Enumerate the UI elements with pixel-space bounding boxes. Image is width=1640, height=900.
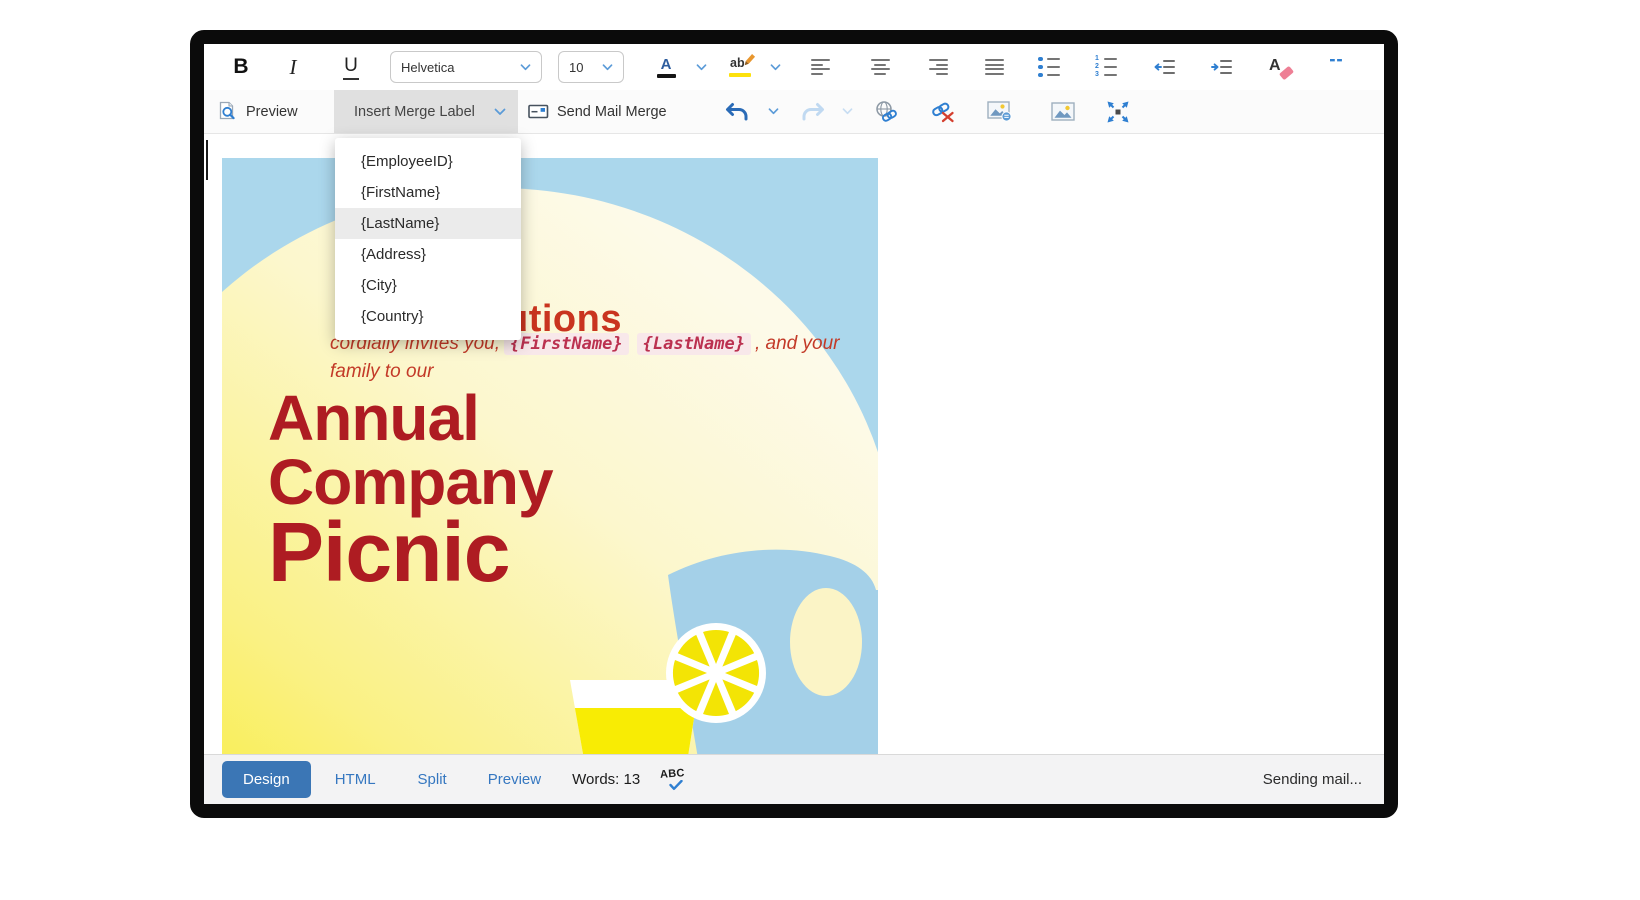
bold-button[interactable]: B [226, 50, 256, 84]
redo-icon [800, 102, 826, 122]
status-bar: Design HTML Split Preview Words: 13 ABC … [204, 754, 1384, 804]
chevron-down-icon [494, 108, 506, 116]
chevron-down-icon [520, 64, 531, 71]
font-size-select[interactable]: 10 [558, 51, 624, 83]
chevron-down-icon [842, 108, 853, 115]
maximize-button[interactable] [1104, 90, 1132, 133]
preview-button[interactable]: Preview [218, 90, 298, 133]
undo-dropdown-button[interactable] [764, 90, 782, 133]
redo-button-disabled[interactable] [799, 90, 827, 133]
pencil-icon [742, 53, 757, 68]
font-color-icon: A [657, 57, 676, 78]
tab-html[interactable]: HTML [335, 771, 376, 788]
mail-merge-toolbar: Preview Insert Merge Label Send Mail Mer… [204, 90, 1384, 134]
formatting-toolbar: B I U Helvetica 10 A ab [204, 44, 1384, 90]
blockquote-icon: “ [1328, 59, 1345, 75]
chevron-down-icon [602, 64, 613, 71]
tab-split[interactable]: Split [418, 771, 447, 788]
rich-text-editor-window: B I U Helvetica 10 A ab [190, 30, 1398, 818]
font-color-button[interactable]: A [650, 50, 682, 84]
word-count: Words: 13 [572, 771, 640, 788]
maximize-icon [1106, 100, 1130, 124]
redo-dropdown-button-disabled[interactable] [838, 90, 856, 133]
indent-button[interactable] [1207, 50, 1237, 84]
insert-image-database-button[interactable] [985, 90, 1013, 133]
merge-item-employeeid[interactable]: {EmployeeID} [335, 146, 521, 177]
font-size-value: 10 [569, 60, 583, 75]
spellcheck-check-icon [669, 780, 683, 791]
picnic-invitation-image[interactable]: utions cordially invites you,{FirstName}… [222, 150, 878, 782]
merge-item-firstname[interactable]: {FirstName} [335, 177, 521, 208]
merge-label-dropdown: {EmployeeID} {FirstName} {LastName} {Add… [335, 138, 521, 340]
preview-label: Preview [246, 104, 298, 120]
highlight-dropdown-button[interactable] [766, 50, 784, 84]
merge-item-address[interactable]: {Address} [335, 239, 521, 270]
blockquote-button[interactable]: “ [1321, 50, 1351, 84]
merge-field-lastname: {LastName} [637, 333, 751, 355]
unordered-list-button[interactable] [1034, 50, 1064, 84]
align-justify-icon [985, 59, 1004, 75]
align-center-icon [871, 59, 890, 75]
tab-design[interactable]: Design [222, 761, 311, 798]
preview-document-icon [218, 101, 238, 122]
title-picnic: Picnic [268, 510, 509, 594]
align-right-icon [929, 59, 948, 75]
highlight-color-button[interactable]: ab [725, 50, 759, 84]
underline-button[interactable]: U [336, 50, 366, 84]
title-annual: Annual [268, 386, 479, 450]
italic-button[interactable]: I [278, 50, 308, 84]
insert-merge-label-text: Insert Merge Label [354, 104, 475, 120]
image-icon [1051, 102, 1075, 121]
align-left-icon [811, 59, 830, 75]
font-color-dropdown-button[interactable] [692, 50, 710, 84]
bullet-list-icon [1038, 57, 1060, 77]
indent-icon [1211, 59, 1233, 75]
invite-line2: family to our [330, 361, 433, 382]
invite-text-after: , and your [755, 333, 840, 354]
align-left-button[interactable] [805, 50, 835, 84]
insert-merge-label-button[interactable]: Insert Merge Label [334, 90, 518, 133]
outdent-button[interactable] [1150, 50, 1180, 84]
merge-item-lastname[interactable]: {LastName} [335, 208, 521, 239]
text-caret [206, 140, 208, 180]
image-database-icon [987, 101, 1012, 122]
align-justify-button[interactable] [979, 50, 1009, 84]
chevron-down-icon [696, 64, 707, 71]
tab-preview[interactable]: Preview [488, 771, 541, 788]
remove-link-button[interactable] [929, 90, 957, 133]
insert-image-button[interactable] [1049, 90, 1077, 133]
align-right-button[interactable] [923, 50, 953, 84]
status-message: Sending mail... [1263, 771, 1362, 788]
outdent-icon [1154, 59, 1176, 75]
globe-link-icon [873, 100, 899, 123]
send-mail-merge-label: Send Mail Merge [557, 104, 667, 120]
merge-field-firstname: {FirstName} [504, 333, 629, 355]
undo-icon [724, 102, 750, 122]
highlight-icon: ab [729, 55, 755, 79]
merge-item-city[interactable]: {City} [335, 270, 521, 301]
spellcheck-button[interactable]: ABC [660, 767, 690, 793]
numbered-list-icon: 1 2 3 [1095, 57, 1117, 77]
ordered-list-button[interactable]: 1 2 3 [1091, 50, 1121, 84]
envelope-icon [528, 103, 549, 120]
unlink-icon [930, 100, 956, 123]
font-name-select[interactable]: Helvetica [390, 51, 542, 83]
create-link-button[interactable] [872, 90, 900, 133]
chevron-down-icon [770, 64, 781, 71]
merge-item-country[interactable]: {Country} [335, 301, 521, 332]
spellcheck-abc-label: ABC [660, 767, 686, 781]
align-center-button[interactable] [865, 50, 895, 84]
font-name-value: Helvetica [401, 60, 454, 75]
send-mail-merge-button[interactable]: Send Mail Merge [528, 90, 667, 133]
clear-format-icon: A [1266, 55, 1290, 79]
undo-button[interactable] [723, 90, 751, 133]
chevron-down-icon [768, 108, 779, 115]
clear-format-button[interactable]: A [1263, 50, 1293, 84]
